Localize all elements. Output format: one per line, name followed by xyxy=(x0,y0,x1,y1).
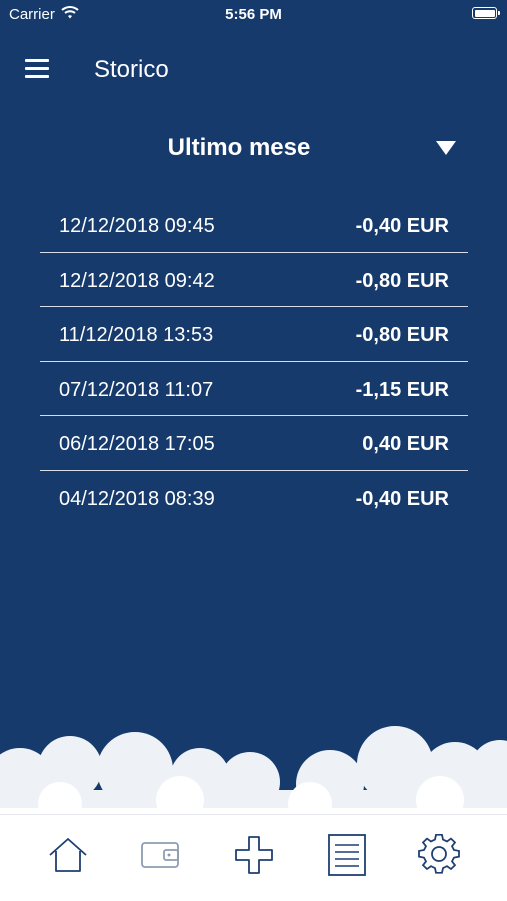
transaction-amount: -1,15 EUR xyxy=(355,378,449,401)
transaction-row[interactable]: 12/12/2018 09:42 -0,80 EUR xyxy=(40,253,468,307)
transaction-row[interactable]: 06/12/2018 17:05 0,40 EUR xyxy=(40,416,468,471)
period-dropdown-label: Ultimo mese xyxy=(167,134,311,161)
transaction-list: 12/12/2018 09:45 -0,40 EUR 12/12/2018 09… xyxy=(40,198,468,525)
transaction-row[interactable]: 04/12/2018 08:39 -0,40 EUR xyxy=(40,471,468,526)
plus-icon[interactable] xyxy=(232,833,276,877)
home-icon[interactable] xyxy=(46,833,90,877)
transaction-amount: -0,80 EUR xyxy=(355,324,449,346)
transaction-row[interactable]: 11/12/2018 13:53 -0,80 EUR xyxy=(40,307,468,362)
bottom-tab-bar xyxy=(0,814,507,901)
status-time: 5:56 PM xyxy=(225,6,282,23)
wallet-icon[interactable] xyxy=(138,833,182,877)
transaction-row[interactable]: 12/12/2018 09:45 -0,40 EUR xyxy=(40,198,468,253)
transaction-amount: -0,40 EUR xyxy=(355,487,449,510)
battery-icon xyxy=(472,7,500,19)
transaction-datetime: 12/12/2018 09:42 xyxy=(59,269,215,292)
transaction-datetime: 12/12/2018 09:45 xyxy=(59,215,215,237)
cloud-decoration xyxy=(0,726,507,820)
page-title: Storico xyxy=(94,56,169,83)
transaction-datetime: 11/12/2018 13:53 xyxy=(59,324,214,346)
period-dropdown[interactable]: Ultimo mese xyxy=(40,130,468,170)
transaction-amount: 0,40 EUR xyxy=(362,433,449,455)
status-bar: Carrier 5:56 PM xyxy=(0,0,507,28)
transaction-datetime: 06/12/2018 17:05 xyxy=(59,433,215,455)
transaction-datetime: 04/12/2018 08:39 xyxy=(59,487,215,510)
transaction-datetime: 07/12/2018 11:07 xyxy=(59,378,214,401)
settings-gear-icon[interactable] xyxy=(417,833,461,877)
dropdown-triangle-icon xyxy=(436,141,456,155)
hamburger-menu-icon[interactable] xyxy=(20,54,54,84)
transaction-amount: -0,40 EUR xyxy=(355,215,449,237)
list-icon[interactable] xyxy=(325,833,369,877)
history-screen: Carrier 5:56 PM Storico Ultimo mese 12/1… xyxy=(0,0,507,901)
transaction-amount: -0,80 EUR xyxy=(355,269,449,292)
transaction-row[interactable]: 07/12/2018 11:07 -1,15 EUR xyxy=(40,362,468,416)
app-header: Storico xyxy=(0,44,507,94)
